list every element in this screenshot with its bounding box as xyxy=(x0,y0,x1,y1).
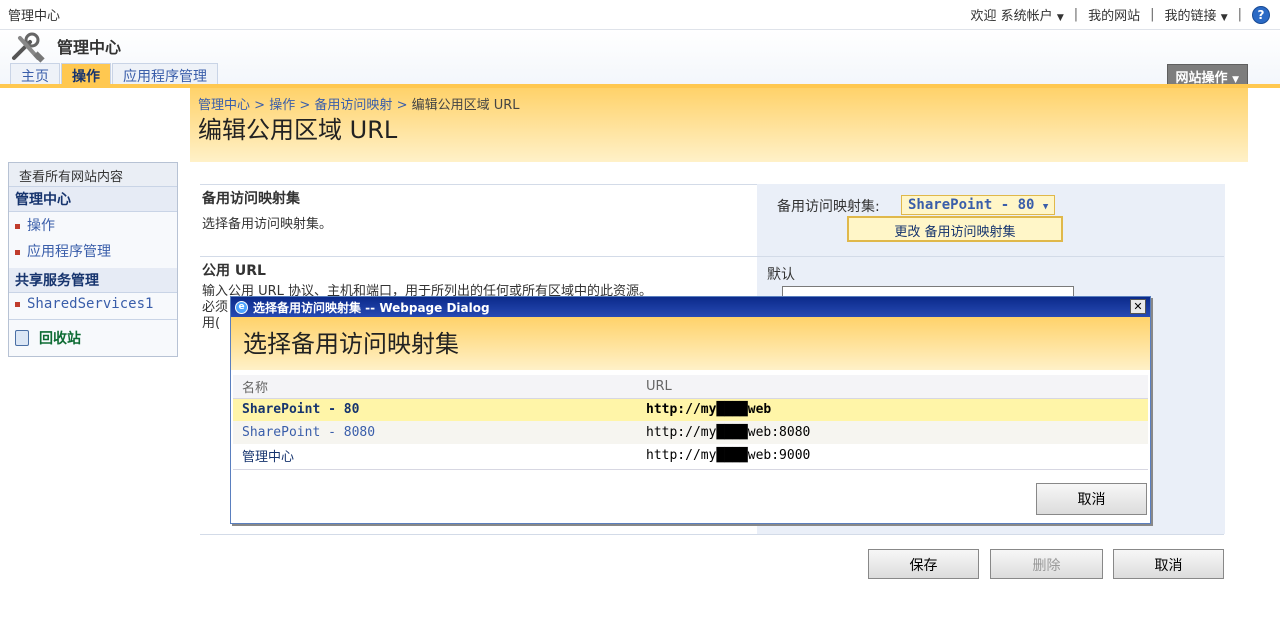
breadcrumb-separator: > xyxy=(396,98,408,113)
ie-icon: e xyxy=(235,300,248,314)
cancel-button[interactable]: 取消 xyxy=(1113,549,1224,579)
breadcrumb-current: 编辑公用区域 URL xyxy=(411,98,520,113)
left-navigation: 查看所有网站内容 管理中心 操作 应用程序管理 共享服务管理 SharedSer… xyxy=(8,162,178,357)
table-row[interactable]: SharePoint - 8080 http://my████web:8080 xyxy=(233,421,1148,444)
table-row[interactable]: 管理中心 http://my████web:9000 xyxy=(233,444,1148,467)
site-header: 管理中心 主页 操作 应用程序管理 网站操作 ▼ xyxy=(0,30,1280,89)
save-button[interactable]: 保存 xyxy=(868,549,979,579)
nav-heading-shared-services[interactable]: 共享服务管理 xyxy=(9,268,177,293)
nav-item-label: 操作 xyxy=(27,218,55,234)
dialog-cancel-button[interactable]: 取消 xyxy=(1036,483,1147,515)
chevron-down-icon: ▼ xyxy=(1042,202,1049,212)
site-name-link[interactable]: 管理中心 xyxy=(8,5,60,24)
amc-label: 备用访问映射集: xyxy=(777,199,880,215)
tab-home[interactable]: 主页 xyxy=(10,63,60,85)
amc-selector[interactable]: SharePoint - 80 ▼ xyxy=(901,195,1056,215)
amc-selected-value: SharePoint - 80 xyxy=(908,197,1035,213)
amc-name[interactable]: SharePoint - 80 xyxy=(233,398,637,421)
section-title: 公用 URL xyxy=(202,263,266,279)
column-header-name[interactable]: 名称 xyxy=(233,375,637,399)
table-row[interactable]: SharePoint - 80 http://my████web xyxy=(233,398,1148,421)
page-title: 编辑公用区域 URL xyxy=(198,116,398,144)
section-description: 选择备用访问映射集。 xyxy=(202,217,333,232)
nav-item-operations[interactable]: 操作 xyxy=(9,212,177,238)
bullet-icon xyxy=(15,223,20,229)
help-icon[interactable]: ? xyxy=(1252,5,1270,24)
chevron-down-icon: ▼ xyxy=(1220,13,1228,23)
zone-label-default: 默认 xyxy=(767,267,795,283)
my-links-menu[interactable]: 我的链接 ▼ xyxy=(1165,5,1228,24)
nav-item-application-management[interactable]: 应用程序管理 xyxy=(9,238,177,264)
page-title-area: 管理中心 > 操作 > 备用访问映射 > 编辑公用区域 URL 编辑公用区域 U… xyxy=(190,88,1248,162)
amc-name[interactable]: SharePoint - 8080 xyxy=(233,421,637,444)
tab-operations[interactable]: 操作 xyxy=(61,63,111,85)
view-all-site-content-link[interactable]: 查看所有网站内容 xyxy=(9,163,177,187)
nav-heading-central-admin[interactable]: 管理中心 xyxy=(9,187,177,212)
amc-table: 名称 URL SharePoint - 80 http://my████web … xyxy=(233,375,1148,467)
top-nav-tabs: 主页 操作 应用程序管理 xyxy=(10,63,219,85)
nav-item-label: 应用程序管理 xyxy=(27,244,111,260)
dialog-heading: 选择备用访问映射集 xyxy=(231,317,1150,370)
separator: | xyxy=(1073,7,1079,22)
top-bar: 管理中心 欢迎 系统帐户 ▼ | 我的网站 | 我的链接 ▼ | ? xyxy=(0,0,1280,30)
bullet-icon xyxy=(15,301,20,307)
site-title: 管理中心 xyxy=(57,38,122,57)
delete-button[interactable]: 删除 xyxy=(990,549,1103,579)
amc-name[interactable]: 管理中心 xyxy=(233,444,637,467)
dialog-title: 选择备用访问映射集 -- Webpage Dialog xyxy=(253,300,490,315)
section-divider xyxy=(200,256,1224,257)
my-links-label: 我的链接 xyxy=(1164,9,1217,24)
close-icon[interactable]: ✕ xyxy=(1130,299,1146,314)
nav-item-sharedservices1[interactable]: SharedServices1 xyxy=(9,293,177,315)
top-bar-right: 欢迎 系统帐户 ▼ | 我的网站 | 我的链接 ▼ | ? xyxy=(971,5,1270,24)
tab-application-management[interactable]: 应用程序管理 xyxy=(112,63,218,85)
dialog-titlebar[interactable]: e 选择备用访问映射集 -- Webpage Dialog xyxy=(231,297,1150,317)
separator: | xyxy=(1237,7,1242,22)
section-divider xyxy=(200,534,1224,535)
recycle-bin-icon xyxy=(15,330,29,346)
chevron-down-icon: ▼ xyxy=(1056,13,1064,23)
recycle-bin-label: 回收站 xyxy=(39,331,81,347)
table-header-row: 名称 URL xyxy=(233,375,1148,399)
select-amc-dialog: e 选择备用访问映射集 -- Webpage Dialog ✕ 选择备用访问映射… xyxy=(230,296,1151,524)
account-name: 系统帐户 xyxy=(1000,9,1053,24)
tools-logo-icon xyxy=(12,32,45,63)
amc-url: http://my████web:8080 xyxy=(637,421,1148,444)
separator: | xyxy=(1150,7,1155,22)
bullet-icon xyxy=(15,249,20,255)
recycle-bin-link[interactable]: 回收站 xyxy=(9,319,177,356)
welcome-text: 欢迎 xyxy=(970,9,997,24)
my-site-link[interactable]: 我的网站 xyxy=(1088,5,1140,24)
amc-url: http://my████web xyxy=(637,398,1148,421)
change-amc-menu-item[interactable]: 更改 备用访问映射集 xyxy=(847,216,1063,242)
dialog-divider xyxy=(233,469,1148,470)
welcome-menu[interactable]: 欢迎 系统帐户 ▼ xyxy=(971,5,1064,24)
section-title: 备用访问映射集 xyxy=(202,191,300,207)
nav-item-label: SharedServices1 xyxy=(27,296,154,312)
amc-url: http://my████web:9000 xyxy=(646,448,811,463)
column-header-url[interactable]: URL xyxy=(637,375,1148,399)
